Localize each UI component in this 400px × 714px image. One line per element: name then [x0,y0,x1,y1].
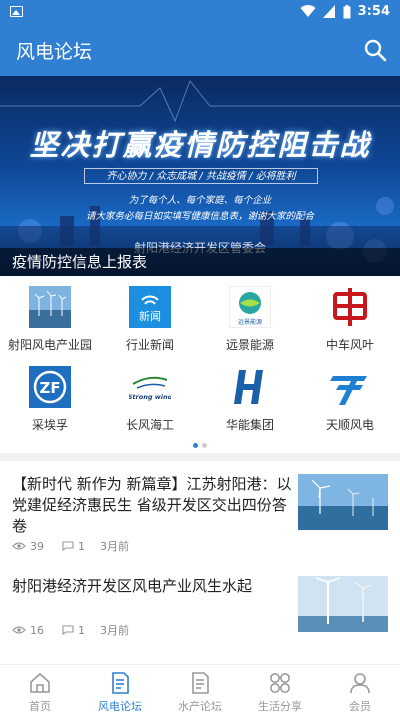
tab-wind-forum[interactable]: 风电论坛 [80,669,160,713]
view-count: 39 [30,539,44,553]
strong-wind-logo-icon: Strong wind [129,366,171,408]
article-item[interactable]: 射阳港经济开发区风电产业风生水起 16 1 3月前 [0,576,400,638]
article-item[interactable]: 【新时代 新作为 新篇章】江苏射阳港：以党建促经济惠民生 省级开发区交出四份答卷… [0,474,400,564]
news-icon: 新闻 [129,286,171,328]
article-meta: 16 1 3月前 [12,622,129,638]
banner-caption[interactable]: 疫情防控信息上报表 [0,248,400,276]
banner-carousel[interactable]: 坚决打赢疫情防控阻击战 齐心协力 / 众志成城 / 共战疫情 / 必将胜利 为了… [0,76,400,276]
tab-member[interactable]: 会员 [320,669,400,713]
banner-slogan: 齐心协力 / 众志成城 / 共战疫情 / 必将胜利 [84,168,318,184]
svg-text:ZF: ZF [39,379,60,397]
category-zf[interactable]: ZF 采埃孚 [0,360,100,440]
zf-logo-icon: ZF [29,366,71,408]
wifi-icon [300,5,316,18]
envision-logo-icon: 远景能源 [229,286,271,328]
doc-icon [192,672,209,694]
clock: 3:54 [357,4,390,19]
category-label: 长风海工 [125,418,174,432]
forum-doc-icon [112,672,129,694]
tab-label: 会员 [349,700,371,713]
grid-circles-icon [270,673,290,693]
tab-home[interactable]: 首页 [0,669,80,713]
post-time: 3月前 [100,624,129,637]
category-strong-wind[interactable]: Strong wind 长风海工 [100,360,200,440]
category-label: 天顺风电 [325,418,374,432]
tab-life-share[interactable]: 生活分享 [240,669,320,713]
page-title: 风电论坛 [16,41,93,63]
category-label: 射阳风电产业园 [7,338,92,352]
section-divider [0,453,400,461]
svg-text:远景能源: 远景能源 [238,318,262,326]
comment-count: 1 [78,623,85,637]
category-grid: 射阳风电产业园 新闻 行业新闻 远景能源 远景能源 中车风叶 ZF 采埃孚 St… [0,280,400,440]
category-titan[interactable]: 天顺风电 [300,360,400,440]
post-time: 3月前 [100,540,129,553]
article-meta: 39 1 3月前 [12,538,129,554]
banner-line-2: 请大家务必每日如实填写健康信息表，谢谢大家的配合 [85,211,314,222]
svg-text:新闻: 新闻 [139,309,161,323]
category-industry-news[interactable]: 新闻 行业新闻 [100,280,200,360]
views-icon [12,626,26,634]
huaneng-logo-icon [229,366,271,408]
battery-icon [343,4,351,18]
banner-line-1: 为了每个人、每个家庭、每个企业 [128,195,272,206]
category-label: 中车风叶 [325,338,374,352]
category-envision[interactable]: 远景能源 远景能源 [200,280,300,360]
category-huaneng[interactable]: 华能集团 [200,360,300,440]
category-label: 采埃孚 [31,418,68,432]
category-label: 华能集团 [225,418,274,432]
article-thumbnail [298,474,388,530]
view-count: 16 [30,623,44,637]
app-bar: 风电论坛 [0,24,400,76]
bottom-tab-bar: 首页 风电论坛 水产论坛 生活分享 会员 [0,664,400,713]
category-sheyang-wind-park[interactable]: 射阳风电产业园 [0,280,100,360]
tab-label: 首页 [29,700,51,713]
svg-text:Strong wind: Strong wind [129,393,171,401]
tab-label: 生活分享 [258,700,302,713]
page-dot [202,443,207,448]
views-icon [12,542,26,550]
article-thumbnail [298,576,388,632]
article-title: 射阳港经济开发区风电产业风生水起 [12,577,253,595]
tab-label: 水产论坛 [178,700,222,713]
home-icon [30,672,50,693]
category-label: 远景能源 [225,338,274,352]
comment-count: 1 [78,539,85,553]
person-icon [350,673,370,694]
titan-logo-icon [329,366,371,408]
banner-headline: 坚决打赢疫情防控阻击战 [29,128,371,162]
comment-icon [62,625,74,635]
carousel-indicator [193,443,207,448]
article-title: 【新时代 新作为 新篇章】江苏射阳港：以党建促经济惠民生 省级开发区交出四份答卷 [12,475,292,535]
status-bar: 3:54 [0,0,400,24]
category-crrc[interactable]: 中车风叶 [300,280,400,360]
comment-icon [62,541,74,551]
search-icon[interactable] [362,37,388,63]
crrc-logo-icon [329,286,371,328]
tab-label: 风电论坛 [98,700,142,713]
wind-farm-photo-icon [29,286,71,328]
page-dot-active [193,443,198,448]
category-label: 行业新闻 [125,338,174,352]
signal-icon [322,5,335,18]
image-notification-icon [10,6,23,17]
tab-aquatic-forum[interactable]: 水产论坛 [160,669,240,713]
